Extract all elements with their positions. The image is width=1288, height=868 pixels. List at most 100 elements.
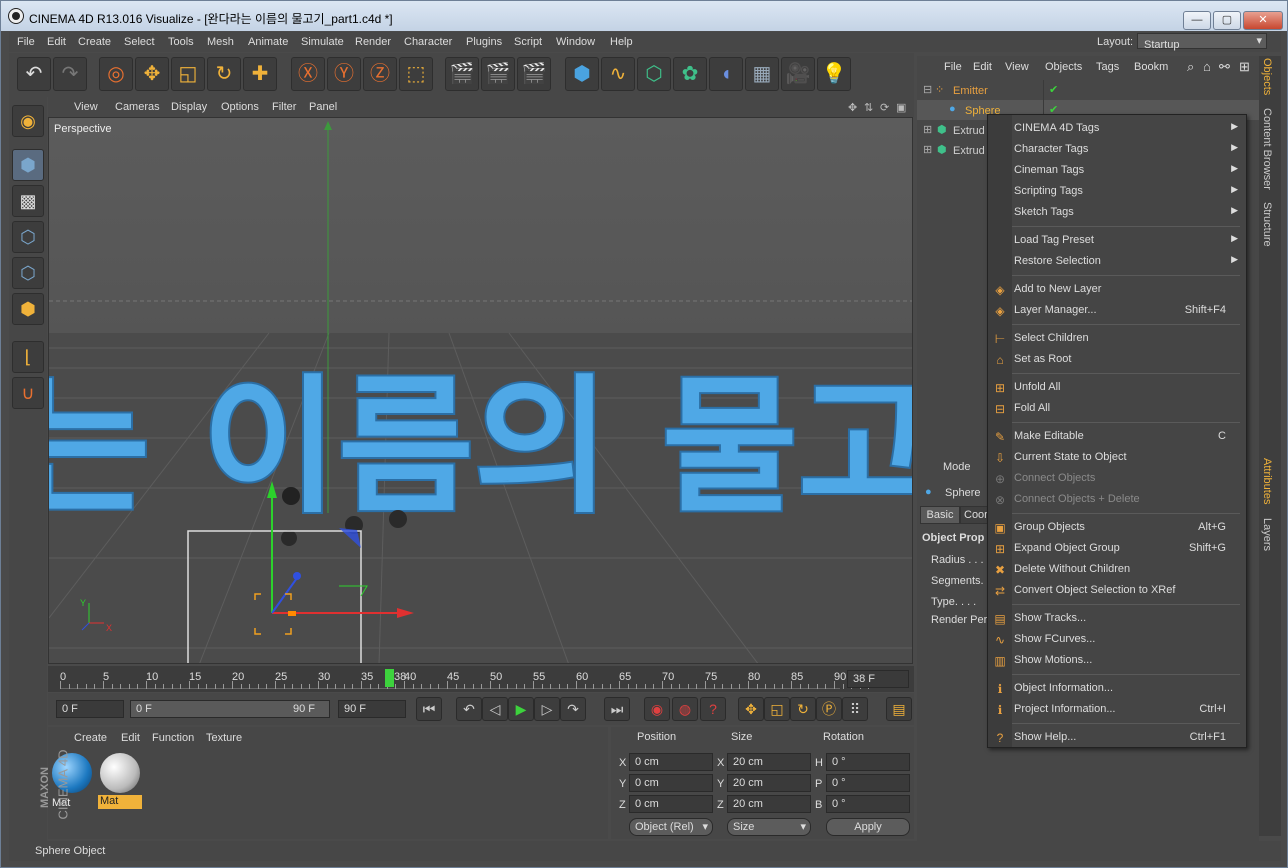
tab-layers[interactable]: Layers <box>1261 518 1273 551</box>
go-to-end-button[interactable]: ⏭ <box>604 697 630 721</box>
vp-menu-options[interactable]: Options <box>221 101 259 113</box>
range-slider[interactable]: 0 F 90 F <box>130 700 330 718</box>
apply-button[interactable]: Apply <box>826 818 910 836</box>
tab-structure[interactable]: Structure <box>1261 202 1273 247</box>
autokey-button[interactable]: ◍ <box>672 697 698 721</box>
link-icon[interactable]: ⚯ <box>1219 59 1230 75</box>
rotation-h-field[interactable]: 0 ° <box>826 753 910 771</box>
end-frame-field[interactable]: 90 F <box>338 700 406 718</box>
key-scale-button[interactable]: ◱ <box>764 697 790 721</box>
vp-menu-panel[interactable]: Panel <box>309 101 337 113</box>
mat-menu-texture[interactable]: Texture <box>206 732 242 744</box>
x-axis-button[interactable]: Ⓧ <box>291 57 325 91</box>
vp-move-icon[interactable]: ✥ <box>848 101 857 114</box>
menu-item-add-to-new-layer[interactable]: ◈ Add to New Layer <box>988 279 1246 300</box>
menu-select[interactable]: Select <box>124 36 155 48</box>
menu-item-project-information[interactable]: ℹ Project Information... Ctrl+I <box>988 699 1246 720</box>
undo-button[interactable]: ↶ <box>17 57 51 91</box>
coord-mode-select[interactable]: Object (Rel) ▾ <box>629 818 713 836</box>
add-camera-button[interactable]: 🎥 <box>781 57 815 91</box>
menu-item-convert-object-selection-to-xref[interactable]: ⇄ Convert Object Selection to XRef <box>988 580 1246 601</box>
next-key-button[interactable]: ↷ <box>560 697 586 721</box>
menu-edit[interactable]: Edit <box>47 36 66 48</box>
position-z-field[interactable]: 0 cm <box>629 795 713 813</box>
obj-menu-view[interactable]: View <box>1005 61 1029 73</box>
tab-attributes[interactable]: Attributes <box>1261 458 1273 504</box>
vp-menu-filter[interactable]: Filter <box>272 101 296 113</box>
workplane-button[interactable]: ◉ <box>12 105 44 137</box>
menu-item-delete-without-children[interactable]: ✖ Delete Without Children <box>988 559 1246 580</box>
keyframe-selection-button[interactable]: ? <box>700 697 726 721</box>
tree-expand-icon[interactable]: ⊞ <box>923 143 932 156</box>
attr-tab-basic[interactable]: Basic <box>920 506 960 524</box>
size-y-field[interactable]: 20 cm <box>727 774 811 792</box>
size-mode-select[interactable]: Size ▾ <box>727 818 811 836</box>
home-icon[interactable]: ⌂ <box>1203 59 1211 74</box>
menu-item-restore-selection[interactable]: Restore Selection ▶ <box>988 251 1246 272</box>
prev-frame-button[interactable]: ◁ <box>482 697 508 721</box>
timeline-ruler[interactable]: 0 5 10 15 20 25 30 35 40 45 50 55 60 65 70 75 80 85 90 38 … <box>48 666 914 692</box>
mat-menu-edit[interactable]: Edit <box>121 732 140 744</box>
tree-row[interactable]: ⊟ ⁘ Emitter ✔ <box>917 80 1259 100</box>
menu-item-character-tags[interactable]: Character Tags ▶ <box>988 139 1246 160</box>
menu-item-cineman-tags[interactable]: Cineman Tags ▶ <box>988 160 1246 181</box>
attr-mode-menu[interactable]: Mode <box>943 461 971 473</box>
start-frame-field[interactable]: 0 F <box>56 700 124 718</box>
scale-button[interactable]: ◱ <box>171 57 205 91</box>
y-axis-button[interactable]: Ⓨ <box>327 57 361 91</box>
go-to-start-button[interactable]: ⏮ <box>416 697 442 721</box>
vp-menu-cameras[interactable]: Cameras <box>115 101 160 113</box>
vp-layout-icon[interactable]: ▣ <box>896 101 906 114</box>
close-button[interactable]: ✕ <box>1243 11 1283 30</box>
menu-mesh[interactable]: Mesh <box>207 36 234 48</box>
add-cube-button[interactable]: ⬢ <box>565 57 599 91</box>
menu-window[interactable]: Window <box>556 36 595 48</box>
new-panel-icon[interactable]: ⊞ <box>1239 59 1250 75</box>
live-selection-button[interactable]: ◎ <box>99 57 133 91</box>
obj-menu-tags[interactable]: Tags <box>1096 61 1119 73</box>
size-z-field[interactable]: 20 cm <box>727 795 811 813</box>
menu-simulate[interactable]: Simulate <box>301 36 344 48</box>
menu-item-cinema-4d-tags[interactable]: CINEMA 4D Tags ▶ <box>988 118 1246 139</box>
key-position-button[interactable]: ✥ <box>738 697 764 721</box>
menu-item-show-fcurves[interactable]: ∿ Show FCurves... <box>988 629 1246 650</box>
model-mode-button[interactable]: ⬢ <box>12 149 44 181</box>
menu-item-layer-manager[interactable]: ◈ Layer Manager... Shift+F4 <box>988 300 1246 321</box>
menu-item-expand-object-group[interactable]: ⊞ Expand Object Group Shift+G <box>988 538 1246 559</box>
record-button[interactable]: ◉ <box>644 697 670 721</box>
rotation-p-field[interactable]: 0 ° <box>826 774 910 792</box>
timeline-playhead[interactable] <box>385 669 394 687</box>
z-axis-button[interactable]: Ⓩ <box>363 57 397 91</box>
vp-zoom-icon[interactable]: ⇅ <box>864 101 873 114</box>
obj-menu-bookmarks[interactable]: Bookm <box>1134 61 1168 73</box>
menu-item-sketch-tags[interactable]: Sketch Tags ▶ <box>988 202 1246 223</box>
rotation-b-field[interactable]: 0 ° <box>826 795 910 813</box>
add-deformer-button[interactable]: ◖ <box>709 57 743 91</box>
mat-menu-function[interactable]: Function <box>152 732 194 744</box>
menu-render[interactable]: Render <box>355 36 391 48</box>
rotate-button[interactable]: ↻ <box>207 57 241 91</box>
key-rotation-button[interactable]: ↻ <box>790 697 816 721</box>
minimize-button[interactable]: — <box>1183 11 1211 30</box>
menu-item-set-as-root[interactable]: ⌂ Set as Root <box>988 349 1246 370</box>
tab-content-browser[interactable]: Content Browser <box>1261 108 1273 190</box>
menu-plugins[interactable]: Plugins <box>466 36 502 48</box>
tree-collapse-icon[interactable]: ⊟ <box>923 83 932 96</box>
render-picture-viewer-button[interactable]: 🎬 <box>481 57 515 91</box>
menu-help[interactable]: Help <box>610 36 633 48</box>
current-frame-field[interactable]: 38 F <box>847 670 909 688</box>
layout-select[interactable]: Startup ▾ <box>1137 33 1267 51</box>
menu-item-show-help[interactable]: ? Show Help... Ctrl+F1 <box>988 727 1246 748</box>
menu-item-show-motions[interactable]: ▥ Show Motions... <box>988 650 1246 671</box>
points-mode-button[interactable]: ⬡ <box>12 221 44 253</box>
key-parameter-button[interactable]: Ⓟ <box>816 697 842 721</box>
position-y-field[interactable]: 0 cm <box>629 774 713 792</box>
snap-button[interactable]: ∪ <box>12 377 44 409</box>
obj-menu-file[interactable]: File <box>944 61 962 73</box>
tab-objects[interactable]: Objects <box>1261 58 1273 95</box>
search-icon[interactable]: ⌕ <box>1187 59 1194 75</box>
menu-file[interactable]: File <box>17 36 35 48</box>
timeline-window-button[interactable]: ▤ <box>886 697 912 721</box>
menu-item-fold-all[interactable]: ⊟ Fold All <box>988 398 1246 419</box>
menu-create[interactable]: Create <box>78 36 111 48</box>
